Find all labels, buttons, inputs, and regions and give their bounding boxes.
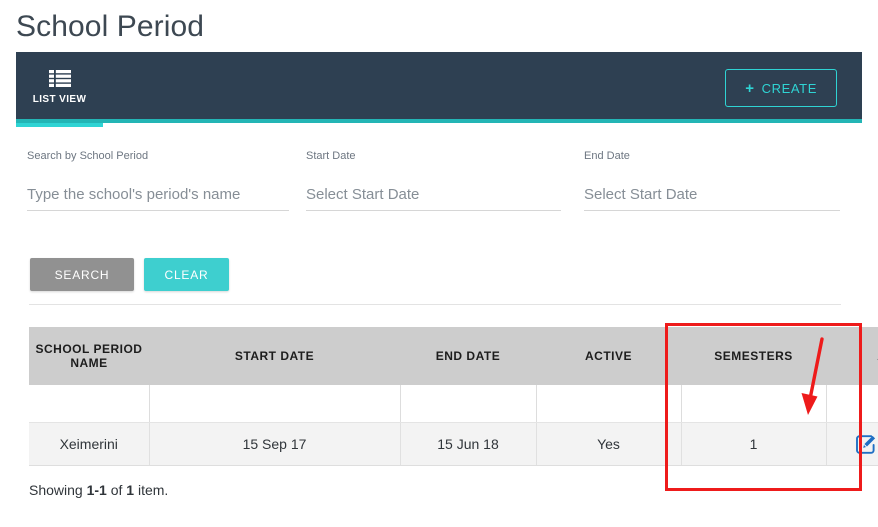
school-period-table: SCHOOL PERIOD NAME START DATE END DATE A…: [29, 327, 878, 466]
table-row: Xeimerini 15 Sep 17 15 Jun 18 Yes 1: [29, 422, 878, 466]
showing-total: 1: [126, 482, 135, 498]
showing-suffix: item.: [134, 482, 169, 498]
showing-middle: of: [106, 482, 127, 498]
cell-actions: [826, 422, 878, 466]
end-date-label: End Date: [584, 150, 630, 162]
tab-bar: LIST VIEW + CREATE: [16, 52, 862, 127]
filter-field-school-period: Search by School Period: [27, 150, 289, 211]
cell-school-period-name: Xeimerini: [29, 422, 150, 466]
cell-active: Yes: [536, 422, 682, 466]
cell-semesters: 1: [681, 422, 827, 466]
filter-cell-end-date[interactable]: [400, 385, 537, 423]
column-header-start-date[interactable]: START DATE: [149, 327, 400, 385]
column-header-actions: ACTIONS: [826, 327, 878, 385]
filter-cell-name[interactable]: [29, 385, 150, 423]
clear-button[interactable]: CLEAR: [144, 258, 229, 291]
filter-cell-start-date[interactable]: [149, 385, 401, 423]
list-view-icon: [48, 70, 71, 87]
search-input-label: Search by School Period: [27, 150, 149, 162]
tab-list-view-label: LIST VIEW: [32, 94, 87, 105]
page-title: School Period: [16, 10, 205, 43]
cell-end-date: 15 Jun 18: [400, 422, 537, 466]
cell-start-date: 15 Sep 17: [149, 422, 401, 466]
tab-active-indicator: [16, 123, 103, 127]
row-action-buttons: [828, 424, 878, 464]
column-header-end-date[interactable]: END DATE: [400, 327, 536, 385]
edit-icon[interactable]: [855, 433, 877, 455]
filter-cell-actions: [826, 385, 878, 423]
search-input[interactable]: [27, 182, 289, 211]
app-page: School Period LIST VIEW + CREATE Search …: [0, 0, 878, 527]
start-date-input[interactable]: [306, 182, 561, 211]
section-divider: [29, 304, 841, 305]
table-filter-row: [29, 385, 878, 423]
showing-range: 1-1: [86, 482, 107, 498]
showing-prefix: Showing: [29, 482, 87, 498]
pagination-summary: Showing 1-1 of 1 item.: [29, 482, 168, 498]
plus-icon: +: [745, 79, 755, 97]
filter-field-start-date: Start Date: [306, 150, 561, 211]
search-button[interactable]: SEARCH: [30, 258, 134, 291]
filter-cell-semesters[interactable]: [681, 385, 827, 423]
end-date-input[interactable]: [584, 182, 840, 211]
filter-field-end-date: End Date: [584, 150, 840, 211]
create-button[interactable]: + CREATE: [725, 69, 837, 107]
column-header-semesters[interactable]: SEMESTERS: [681, 327, 826, 385]
column-header-active[interactable]: ACTIVE: [536, 327, 681, 385]
column-header-name[interactable]: SCHOOL PERIOD NAME: [29, 327, 149, 385]
start-date-label: Start Date: [306, 150, 356, 162]
create-button-label: CREATE: [761, 80, 817, 96]
tab-list-view[interactable]: LIST VIEW: [16, 52, 103, 127]
table-header-row: SCHOOL PERIOD NAME START DATE END DATE A…: [29, 327, 878, 385]
filter-cell-active[interactable]: [536, 385, 682, 423]
